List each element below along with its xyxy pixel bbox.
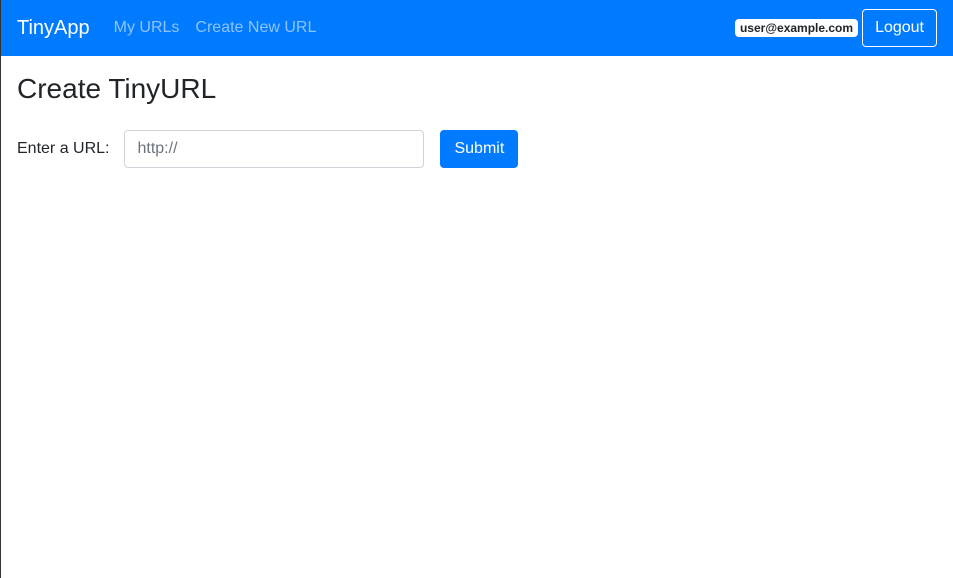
nav-link-create-new-url[interactable]: Create New URL [195,19,316,37]
url-field-label: Enter a URL: [17,140,110,157]
user-email-badge: user@example.com [734,19,859,37]
nav-link-my-urls[interactable]: My URLs [114,19,180,37]
url-input[interactable] [124,130,425,168]
top-navbar: TinyApp My URLs Create New URL user@exam… [1,0,953,56]
navbar-user-area: user@example.com Logout [734,9,937,47]
page-title: Create TinyURL [17,73,217,104]
brand-link[interactable]: TinyApp [17,17,90,40]
submit-button[interactable]: Submit [440,130,519,168]
create-url-form: Enter a URL: Submit [17,130,937,168]
main-content: Create TinyURL Enter a URL: Submit [17,56,937,168]
logout-button[interactable]: Logout [862,9,937,47]
